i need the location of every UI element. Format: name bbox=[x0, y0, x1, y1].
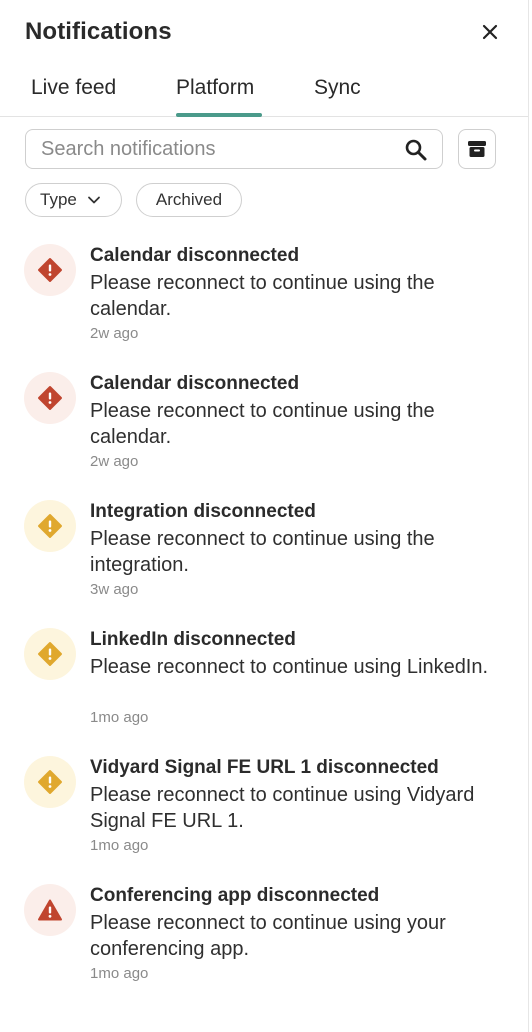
tab-platform[interactable]: Platform bbox=[176, 76, 254, 100]
notifications-panel: Notifications Live feed Platform Sync Ty bbox=[0, 0, 529, 1032]
notification-item[interactable]: Vidyard Signal FE URL 1 disconnected Ple… bbox=[0, 756, 528, 876]
notification-title: Conferencing app disconnected bbox=[90, 885, 380, 906]
active-tab-indicator bbox=[176, 113, 262, 117]
notification-item[interactable]: LinkedIn disconnected Please reconnect t… bbox=[0, 628, 528, 748]
notification-time: 1mo ago bbox=[90, 837, 149, 854]
notification-title: LinkedIn disconnected bbox=[90, 629, 296, 650]
tab-live-feed[interactable]: Live feed bbox=[31, 76, 116, 100]
notification-item[interactable]: Calendar disconnected Please reconnect t… bbox=[0, 372, 528, 492]
notification-title: Integration disconnected bbox=[90, 501, 316, 522]
warning-badge bbox=[24, 628, 76, 680]
notification-title: Vidyard Signal FE URL 1 disconnected bbox=[90, 757, 439, 778]
notification-body: Please reconnect to continue using the c… bbox=[90, 272, 435, 320]
tab-sync[interactable]: Sync bbox=[314, 76, 361, 100]
warning-diamond-icon bbox=[38, 770, 62, 794]
tab-bar: Live feed Platform Sync bbox=[0, 70, 528, 117]
notification-time: 1mo ago bbox=[90, 709, 149, 726]
close-button[interactable] bbox=[476, 18, 504, 46]
notification-time: 1mo ago bbox=[90, 965, 149, 982]
warning-diamond-icon bbox=[38, 514, 62, 538]
archived-filter-label: Archived bbox=[155, 190, 223, 209]
notification-body: Please reconnect to continue using Linke… bbox=[90, 656, 489, 678]
error-badge bbox=[24, 372, 76, 424]
archived-filter-chip[interactable]: Archived bbox=[136, 183, 242, 217]
chevron-down-icon bbox=[87, 196, 100, 204]
search-input[interactable] bbox=[39, 136, 383, 162]
notification-body: Please reconnect to continue using the i… bbox=[90, 528, 435, 576]
search-box bbox=[25, 129, 443, 169]
notification-item[interactable]: Integration disconnected Please reconnec… bbox=[0, 500, 528, 620]
search-button[interactable] bbox=[404, 138, 428, 167]
close-icon bbox=[482, 24, 498, 40]
notification-time: 3w ago bbox=[90, 581, 139, 598]
search-icon bbox=[405, 139, 427, 161]
error-diamond-icon bbox=[38, 386, 62, 410]
archive-icon bbox=[468, 141, 486, 157]
notification-body: Please reconnect to continue using Vidya… bbox=[90, 784, 475, 832]
notification-item[interactable]: Calendar disconnected Please reconnect t… bbox=[0, 244, 528, 364]
type-filter-label: Type bbox=[40, 190, 77, 209]
alert-triangle-icon bbox=[38, 899, 62, 921]
notification-title: Calendar disconnected bbox=[90, 373, 300, 394]
panel-title: Notifications bbox=[25, 18, 172, 45]
error-badge bbox=[24, 884, 76, 936]
type-filter-dropdown[interactable]: Type bbox=[25, 183, 122, 217]
warning-diamond-icon bbox=[38, 642, 62, 666]
notification-item[interactable]: Conferencing app disconnected Please rec… bbox=[0, 884, 528, 1004]
warning-badge bbox=[24, 500, 76, 552]
archive-button[interactable] bbox=[458, 129, 496, 169]
error-badge bbox=[24, 244, 76, 296]
warning-badge bbox=[24, 756, 76, 808]
error-diamond-icon bbox=[38, 258, 62, 282]
notification-time: 2w ago bbox=[90, 325, 139, 342]
panel-header: Notifications bbox=[25, 14, 504, 50]
notification-body: Please reconnect to continue using your … bbox=[90, 912, 446, 960]
notification-time: 2w ago bbox=[90, 453, 139, 470]
notification-body: Please reconnect to continue using the c… bbox=[90, 400, 435, 448]
notification-title: Calendar disconnected bbox=[90, 245, 300, 266]
